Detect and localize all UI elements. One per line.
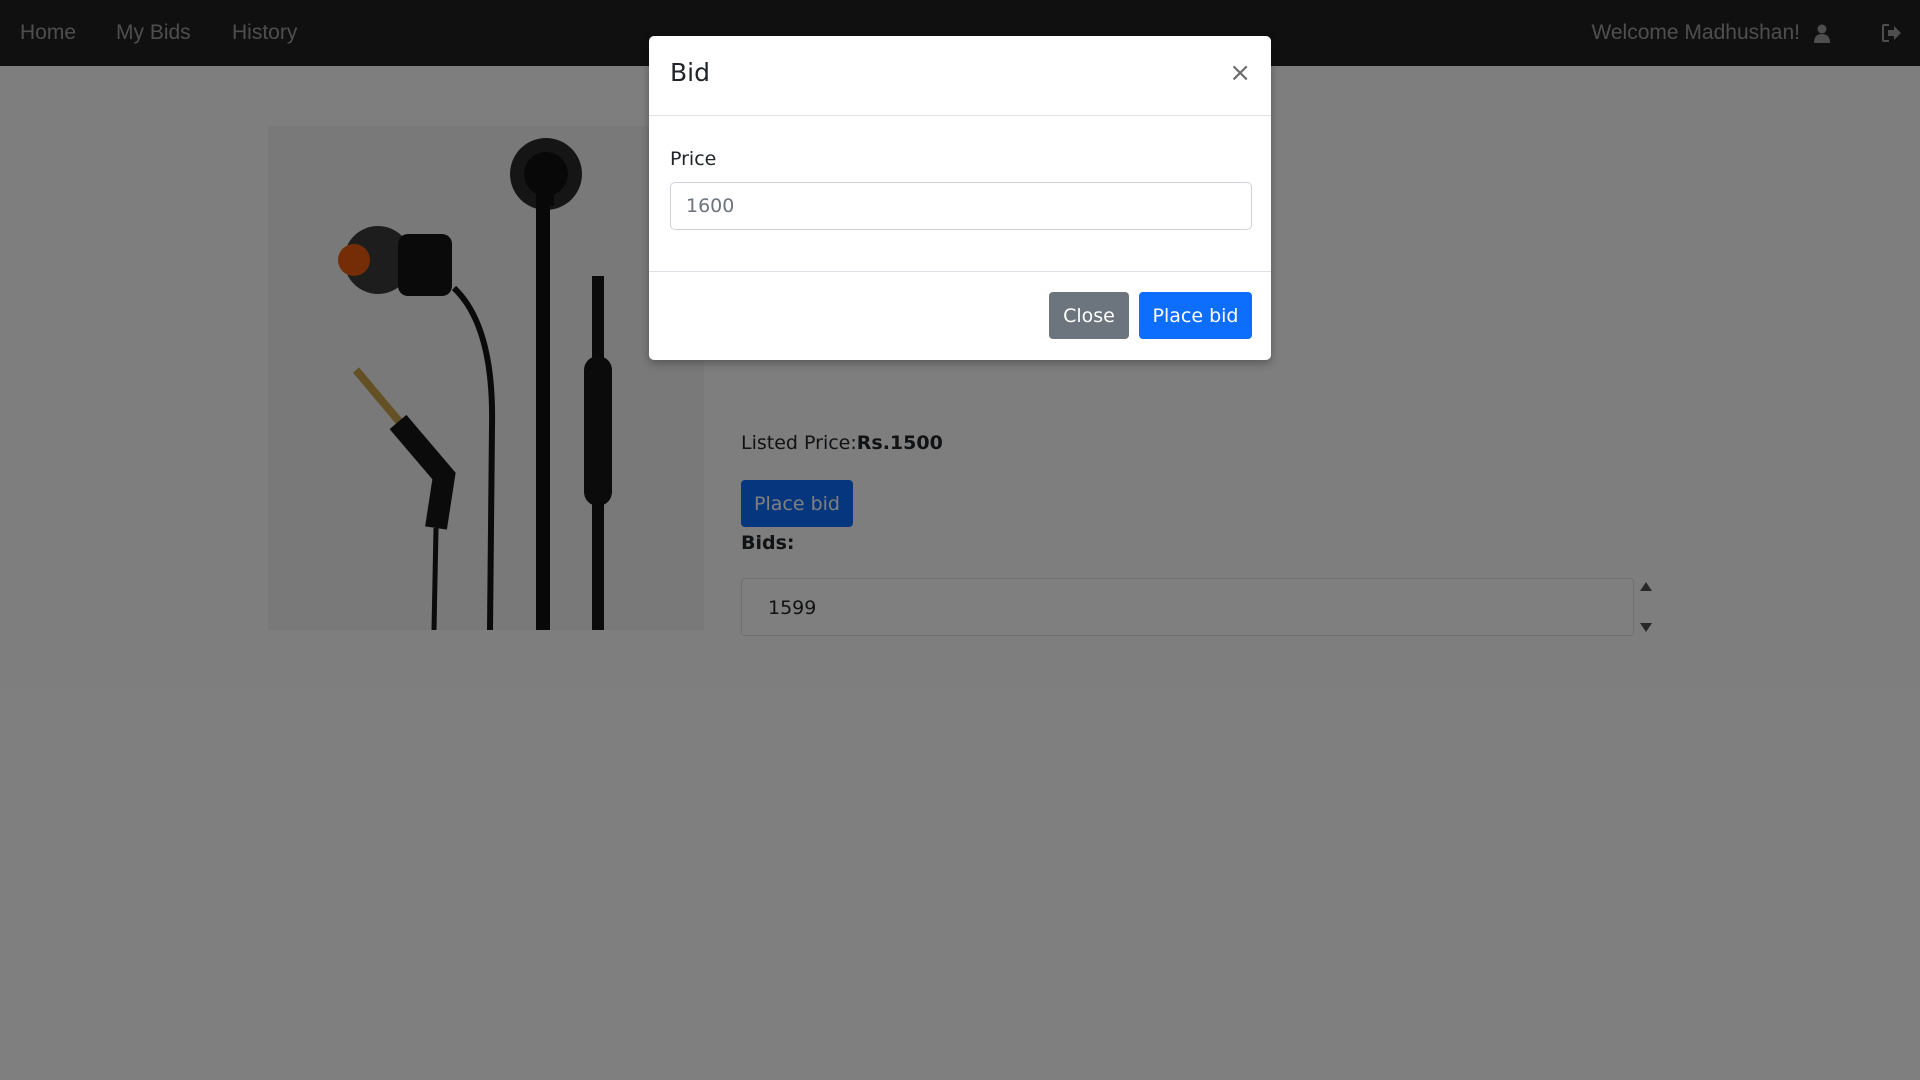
modal-close-button[interactable]: Close: [1049, 292, 1129, 339]
close-icon[interactable]: ×: [1229, 58, 1251, 88]
bid-modal: Bid × Price Close Place bid: [649, 36, 1271, 360]
price-input[interactable]: [670, 182, 1252, 230]
modal-header: Bid ×: [649, 36, 1271, 116]
price-label: Price: [670, 148, 717, 170]
modal-title: Bid: [670, 58, 710, 87]
modal-place-bid-button[interactable]: Place bid: [1139, 292, 1252, 339]
